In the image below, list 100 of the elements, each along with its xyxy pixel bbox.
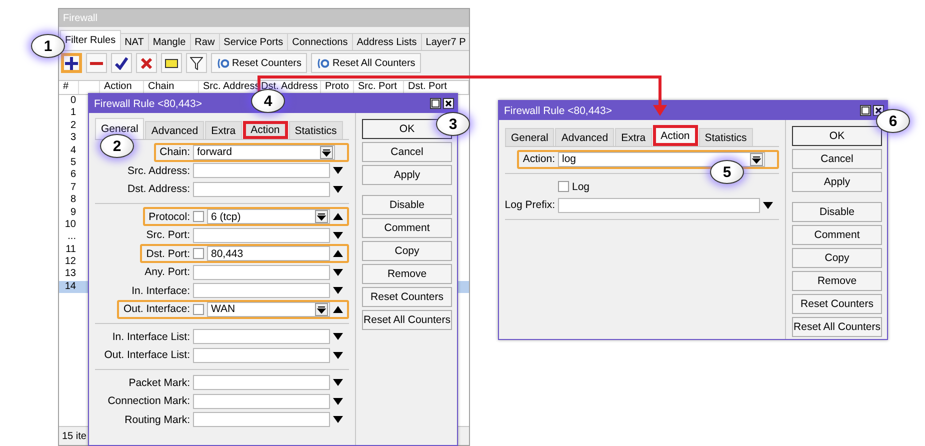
dialog-button[interactable]: Disable (792, 202, 882, 222)
field-label: Src. Address: (128, 164, 190, 177)
dialog-button[interactable]: Reset All Counters (792, 317, 882, 337)
dropdown-arrow-icon[interactable] (333, 416, 343, 424)
input-field[interactable] (193, 348, 330, 363)
dropdown-arrow-icon[interactable] (333, 352, 343, 359)
field-label: Packet Mark: (128, 376, 190, 389)
dropdown-arrow-icon[interactable] (333, 398, 343, 405)
enable-button[interactable] (111, 53, 132, 73)
comment-button[interactable] (161, 53, 182, 73)
dialog-button[interactable]: Cancel (792, 149, 882, 169)
dialog-button[interactable]: Comment (362, 218, 452, 238)
disable-button[interactable] (136, 53, 157, 73)
tab[interactable]: Address Lists (352, 33, 422, 50)
tab[interactable]: Connections (287, 33, 353, 50)
dropdown-button[interactable] (315, 302, 328, 316)
dialog-button[interactable]: Copy (362, 241, 452, 261)
input-field[interactable] (193, 394, 330, 409)
field-label: Out. Interface: (123, 303, 190, 316)
collapse-arrow-icon[interactable] (333, 306, 343, 313)
select-field[interactable]: forward (193, 144, 335, 160)
row-number: 1 (69, 107, 77, 120)
tab[interactable]: Mangle (148, 33, 191, 50)
checkbox[interactable] (193, 211, 204, 222)
row-number: 13 (64, 268, 77, 281)
tab[interactable]: Extra (205, 121, 242, 139)
dropdown-arrow-icon[interactable] (763, 202, 773, 209)
tab[interactable]: Statistics (698, 128, 753, 146)
checkbox[interactable] (193, 304, 204, 315)
row-number: 0 (69, 95, 77, 108)
input-field[interactable] (193, 264, 330, 280)
dialog-button[interactable]: Cancel (362, 142, 452, 162)
input-field[interactable]: 80,443 (207, 246, 330, 262)
dialog-button[interactable]: Apply (792, 172, 882, 192)
input-field[interactable] (193, 228, 330, 243)
dialog-button[interactable]: Reset Counters (362, 287, 452, 307)
dropdown-arrow-icon[interactable] (333, 379, 343, 386)
tab[interactable]: Extra (615, 128, 652, 146)
field-label: Log Prefix: (504, 199, 555, 212)
row-number: 8 (69, 194, 77, 207)
tab[interactable]: Layer7 P (420, 33, 469, 50)
select-field[interactable]: log (558, 152, 765, 167)
dropdown-button[interactable] (320, 146, 333, 159)
dropdown-button[interactable] (315, 210, 328, 224)
dialog-button[interactable]: Apply (362, 165, 452, 185)
dialog-button[interactable]: OK (792, 126, 882, 146)
dropdown-button[interactable] (750, 152, 763, 166)
dropdown-arrow-icon[interactable] (333, 333, 343, 340)
collapse-arrow-icon[interactable] (333, 250, 343, 258)
dropdown-arrow-icon[interactable] (333, 268, 343, 276)
tab[interactable]: Service Ports (218, 33, 288, 50)
checkbox[interactable] (558, 181, 569, 192)
dialog-button[interactable]: Comment (792, 225, 882, 245)
tab[interactable]: Raw (190, 33, 220, 50)
close-icon[interactable] (443, 98, 454, 109)
collapse-arrow-icon[interactable] (333, 213, 343, 220)
field-label: Protocol: (148, 210, 190, 223)
input-field[interactable] (193, 163, 330, 178)
tab[interactable]: Action (242, 121, 288, 139)
row-number: 4 (69, 144, 77, 157)
field-label: Dst. Address: (128, 183, 190, 196)
maximize-icon[interactable] (860, 105, 871, 116)
dialog-button[interactable]: Reset All Counters (362, 310, 452, 330)
dialog-button[interactable]: Disable (362, 195, 452, 215)
close-icon[interactable] (873, 105, 884, 116)
plus-icon (65, 56, 78, 70)
maximize-icon[interactable] (430, 98, 441, 109)
input-field[interactable] (193, 182, 330, 197)
row-number: ... (66, 231, 77, 244)
dialog-button[interactable]: Remove (362, 264, 452, 284)
filter-button[interactable] (186, 53, 207, 73)
reset-counters-button[interactable]: Reset Counters (211, 53, 308, 73)
input-field[interactable] (558, 198, 760, 213)
tab[interactable]: General (505, 128, 554, 146)
tab[interactable]: Advanced (555, 128, 614, 146)
add-button[interactable] (61, 53, 82, 73)
dialog-button[interactable]: Remove (792, 271, 882, 291)
input-field[interactable] (193, 283, 330, 298)
dropdown-arrow-icon[interactable] (333, 287, 343, 294)
tab[interactable]: Filter Rules (60, 30, 121, 50)
tab[interactable]: Advanced (145, 121, 204, 139)
dropdown-arrow-icon[interactable] (333, 167, 343, 174)
tab[interactable]: Statistics (288, 121, 343, 139)
dialog-button[interactable]: Reset Counters (792, 294, 882, 314)
input-field[interactable] (193, 329, 330, 344)
checkbox-label: Log (572, 180, 590, 193)
tab[interactable]: Action (652, 125, 698, 146)
dialog-button[interactable]: Copy (792, 248, 882, 268)
dropdown-arrow-icon[interactable] (333, 186, 343, 193)
remove-button[interactable] (86, 53, 107, 73)
dropdown-arrow-icon[interactable] (333, 232, 343, 239)
select-field[interactable]: 6 (tcp) (207, 209, 330, 224)
input-field[interactable] (193, 412, 330, 428)
input-field[interactable] (193, 375, 330, 390)
cross-icon (140, 56, 153, 70)
reset-counters-button[interactable]: Reset All Counters (311, 53, 422, 73)
select-field[interactable]: WAN (207, 302, 330, 317)
checkbox[interactable] (193, 248, 204, 260)
tab[interactable]: NAT (120, 33, 149, 50)
tab[interactable]: General (95, 118, 144, 139)
